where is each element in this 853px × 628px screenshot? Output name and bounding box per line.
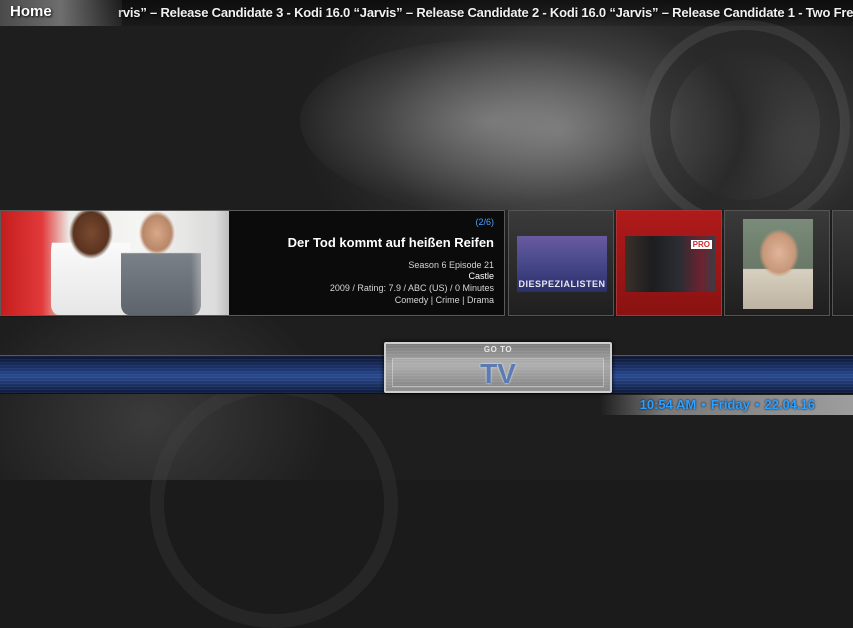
thumbnail-image: PRO — [625, 236, 715, 292]
shelf-item-selected[interactable]: PRO — [616, 210, 722, 316]
featured-episode-card[interactable]: (2/6) Der Tod kommt auf heißen Reifen Se… — [0, 210, 505, 316]
thumbnail-image — [743, 219, 813, 309]
background-gear — [640, 20, 850, 230]
episode-details: 2009 / Rating: 7.9 / ABC (US) / 0 Minute… — [329, 283, 494, 293]
shelf-item[interactable] — [832, 210, 853, 316]
home-tab[interactable]: Home — [0, 0, 122, 26]
thumbnail-badge: PRO — [690, 240, 712, 249]
menu-item-tv[interactable]: TV — [386, 358, 610, 390]
clock-separator: • — [701, 397, 706, 412]
poster-decoration — [191, 211, 229, 315]
shelf-item[interactable]: DIESPEZIALISTEN — [508, 210, 614, 316]
thumbnail-image: DIESPEZIALISTEN — [517, 236, 607, 292]
clock-separator: • — [754, 397, 760, 412]
rss-ticker[interactable]: rvis” – Release Candidate 3 - Kodi 16.0 … — [118, 5, 853, 20]
goto-label: GO TO — [483, 345, 513, 354]
season-episode: Season 6 Episode 21 — [408, 260, 494, 270]
shelf-item[interactable] — [724, 210, 830, 316]
clock-date: 22.04.16 — [764, 397, 815, 412]
goto-menu-button[interactable]: GO TO TV — [384, 342, 612, 393]
clock-readout: 10:54 AM • Friday • 22.04.16 — [640, 397, 815, 412]
clock-time: 10:54 AM — [639, 397, 697, 412]
thumbnail-caption: DIESPEZIALISTEN — [518, 279, 606, 289]
poster-figure-woman — [51, 211, 131, 315]
top-bar: Home rvis” – Release Candidate 3 - Kodi … — [0, 0, 853, 26]
background-gear-bottom — [150, 380, 398, 628]
item-counter: (2/6) — [475, 217, 494, 227]
episode-genres: Comedy | Crime | Drama — [394, 295, 494, 305]
show-title: Castle — [468, 271, 494, 281]
poster-figure-man — [121, 211, 201, 315]
episode-title: Der Tod kommt auf heißen Reifen — [287, 235, 494, 250]
clock-day: Friday — [710, 397, 750, 412]
home-label: Home — [10, 3, 52, 20]
featured-poster — [1, 211, 229, 315]
